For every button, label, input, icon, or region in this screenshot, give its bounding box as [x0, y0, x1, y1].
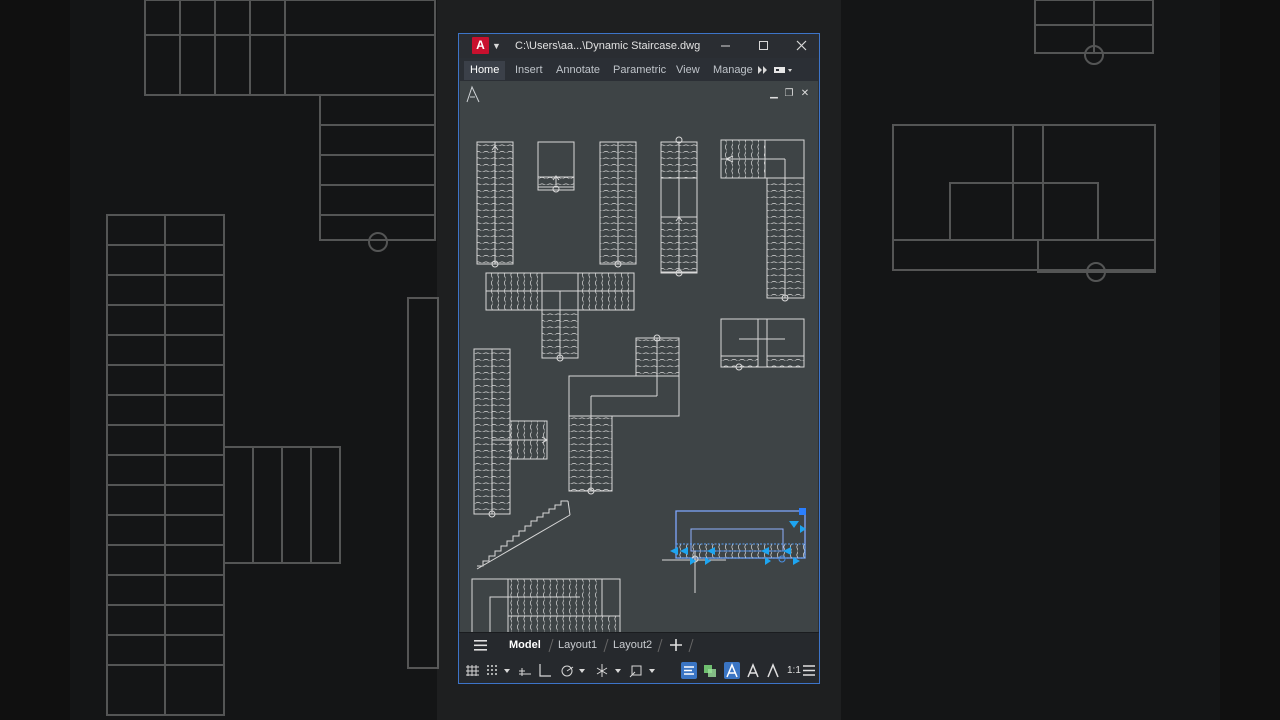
window-title: C:\Users\aa...\Dynamic Staircase.dwg: [515, 40, 701, 52]
double-chevron-right-icon[interactable]: [757, 65, 769, 75]
infer-constraints-icon[interactable]: [517, 662, 533, 679]
lineweight-icon[interactable]: [681, 662, 697, 679]
l-shape-stair-1[interactable]: [720, 139, 805, 302]
selected-dynamic-stair[interactable]: [662, 508, 806, 593]
autocad-window: A ▼ C:\Users\aa...\Dynamic Staircase.dwg…: [458, 33, 820, 684]
close-icon: [796, 40, 807, 51]
tab-home[interactable]: Home: [464, 61, 506, 80]
straight-stair-2[interactable]: [599, 141, 637, 268]
hamburger-icon[interactable]: [473, 639, 489, 652]
annotation-scale[interactable]: 1:1: [787, 663, 801, 678]
annotation-autoscale-icon[interactable]: [745, 662, 761, 679]
ucs-icon: [466, 85, 480, 103]
title-bar: A ▼ C:\Users\aa...\Dynamic Staircase.dwg: [459, 34, 819, 58]
minimize-button[interactable]: [706, 34, 744, 58]
t-shape-stair[interactable]: [485, 272, 635, 362]
l-shape-stair-2[interactable]: [473, 348, 548, 518]
u-landing-stair[interactable]: [720, 318, 805, 371]
maximize-button[interactable]: [744, 34, 782, 58]
straight-stair-1[interactable]: [476, 141, 514, 268]
tab-separator: [603, 638, 609, 653]
object-snap-icon[interactable]: [629, 662, 645, 679]
tab-layout2[interactable]: Layout2: [613, 637, 652, 654]
tab-separator: [548, 638, 554, 653]
isodraft-dropdown-icon[interactable]: [613, 662, 623, 679]
transparency-icon[interactable]: [702, 662, 718, 679]
tab-annotate[interactable]: Annotate: [550, 61, 606, 80]
tab-layout1[interactable]: Layout1: [558, 637, 597, 654]
tab-manage[interactable]: Manage: [707, 61, 759, 80]
status-bar: 1:1: [459, 658, 819, 683]
close-button[interactable]: [782, 34, 820, 58]
drawing-area[interactable]: ▁ ❐ ✕: [460, 81, 818, 632]
app-logo-icon[interactable]: A: [472, 37, 489, 54]
snap-dropdown-icon[interactable]: [502, 662, 512, 679]
staircase-drawings: [466, 85, 806, 632]
object-snap-dropdown-icon[interactable]: [647, 662, 657, 679]
annotation-visibility-icon[interactable]: [724, 662, 740, 679]
minimize-icon: [721, 45, 730, 47]
tab-view[interactable]: View: [670, 61, 706, 80]
grid-icon[interactable]: [465, 662, 481, 679]
ribbon-tabs: Home Insert Annotate Parametric View Man…: [459, 59, 819, 81]
two-flight-stair[interactable]: [660, 136, 698, 277]
tab-parametric[interactable]: Parametric: [607, 61, 672, 80]
isodraft-icon[interactable]: [594, 662, 610, 679]
ortho-icon[interactable]: [537, 662, 553, 679]
tab-separator: [688, 638, 694, 653]
customize-menu-icon[interactable]: [801, 662, 817, 679]
switchback-stair[interactable]: [568, 334, 680, 495]
polar-dropdown-icon[interactable]: [577, 662, 587, 679]
polar-icon[interactable]: [559, 662, 575, 679]
plus-icon[interactable]: [669, 638, 683, 652]
u-shape-stair[interactable]: [471, 578, 623, 632]
app-menu-caret-icon[interactable]: ▼: [492, 38, 501, 54]
tab-separator: [657, 638, 663, 653]
annotation-scale-icon[interactable]: [765, 662, 781, 679]
tab-model[interactable]: Model: [509, 637, 541, 654]
tab-insert[interactable]: Insert: [509, 61, 549, 80]
snap-icon[interactable]: [485, 662, 501, 679]
landing-stair[interactable]: [537, 141, 575, 193]
maximize-icon: [759, 41, 768, 50]
workspace-switch-icon[interactable]: [773, 65, 797, 75]
layout-tab-bar: Model Layout1 Layout2: [459, 632, 819, 658]
